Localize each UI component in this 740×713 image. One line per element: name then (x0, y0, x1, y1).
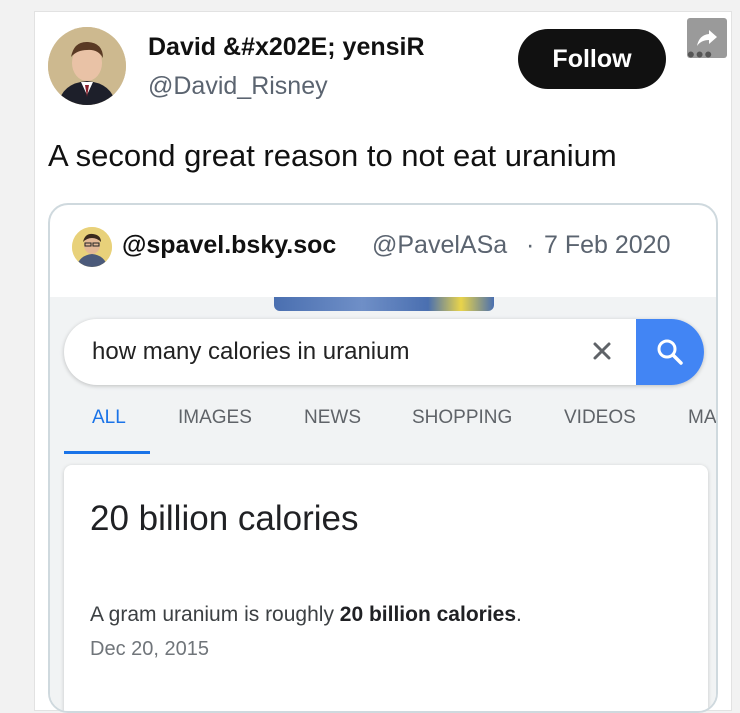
quoted-name[interactable]: @spavel.bsky.soc (122, 231, 364, 260)
close-icon (593, 342, 611, 360)
google-screenshot: how many calories in uranium ALL IMAGES … (50, 297, 716, 711)
quoted-tweet[interactable]: @spavel.bsky.soc @PavelASa · 7 Feb 2020 … (48, 203, 718, 713)
tab-images[interactable]: IMAGES (178, 407, 252, 429)
tab-all[interactable]: ALL (92, 407, 126, 429)
snippet-prefix: A gram uranium is roughly (90, 603, 340, 626)
search-bar[interactable]: how many calories in uranium (64, 319, 704, 385)
answer-card: 20 billion calories A gram uranium is ro… (64, 465, 708, 711)
follow-button[interactable]: Follow (518, 29, 666, 89)
snippet-bold: 20 billion calories (339, 603, 517, 626)
avatar[interactable] (48, 27, 126, 105)
answer-text: 20 billion calories (90, 499, 359, 538)
google-doodle (274, 297, 494, 311)
active-tab-indicator (64, 451, 150, 454)
snippet-date: Dec 20, 2015 (90, 638, 209, 660)
clear-button[interactable] (584, 333, 620, 369)
snippet-suffix: . (516, 603, 522, 626)
search-input[interactable]: how many calories in uranium (92, 338, 409, 366)
search-button[interactable] (636, 319, 704, 385)
user-handle[interactable]: @David_Risney (148, 72, 328, 101)
search-icon (657, 339, 683, 365)
quoted-handle[interactable]: @PavelASa (372, 231, 522, 260)
tweet-text: A second great reason to not eat uranium (48, 138, 617, 173)
tab-shopping[interactable]: SHOPPING (412, 407, 512, 429)
search-tabs: ALL IMAGES NEWS SHOPPING VIDEOS MA (50, 407, 716, 454)
more-icon[interactable]: ••• (687, 44, 713, 66)
tab-maps[interactable]: MA (688, 407, 716, 429)
quoted-avatar[interactable] (72, 227, 112, 267)
display-name[interactable]: David &#x202E; yensiR (148, 33, 425, 62)
quoted-date[interactable]: 7 Feb 2020 (544, 231, 671, 260)
tab-news[interactable]: NEWS (304, 407, 361, 429)
separator-dot: · (526, 231, 535, 259)
answer-snippet: A gram uranium is roughly 20 billion cal… (90, 603, 522, 627)
tab-videos[interactable]: VIDEOS (564, 407, 636, 429)
